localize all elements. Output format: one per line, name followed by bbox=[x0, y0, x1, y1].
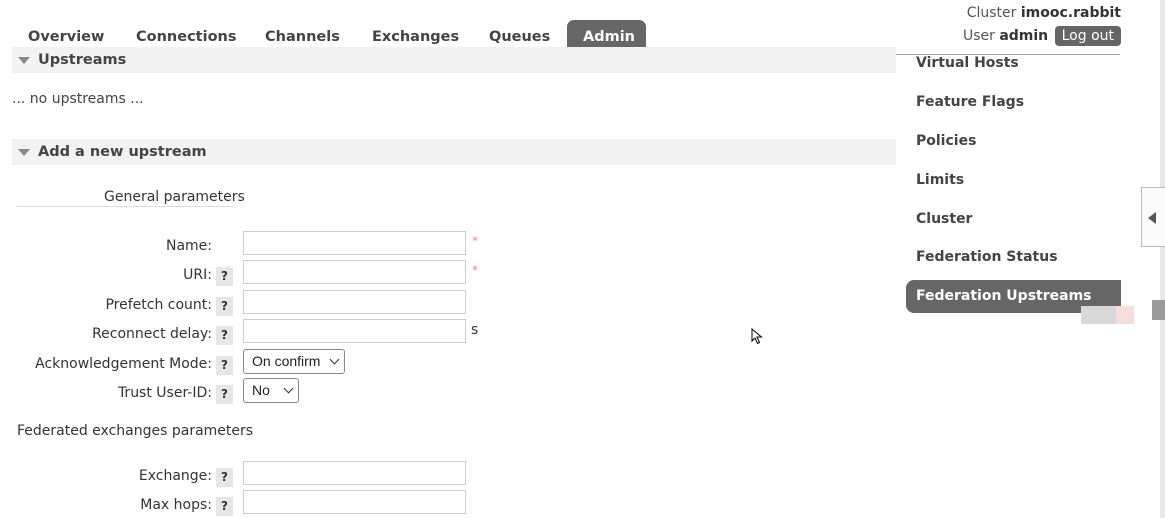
exchange-label: Exchange: bbox=[138, 468, 212, 484]
upstreams-section-header[interactable]: Upstreams bbox=[12, 47, 896, 73]
required-marker: * bbox=[472, 263, 478, 277]
exchange-help-icon[interactable]: ? bbox=[216, 468, 233, 487]
sidebar-toggle[interactable] bbox=[1141, 187, 1165, 247]
render-artifact bbox=[1152, 300, 1165, 320]
reconnect-delay-label: Reconnect delay: bbox=[92, 326, 212, 342]
collapse-triangle-icon bbox=[18, 149, 30, 156]
max-hops-help-icon[interactable]: ? bbox=[216, 497, 233, 516]
chevron-down-icon bbox=[283, 383, 294, 394]
chevron-down-icon bbox=[329, 354, 340, 365]
menu-federation-status[interactable]: Federation Status bbox=[906, 241, 1121, 274]
divider bbox=[17, 206, 233, 207]
menu-policies[interactable]: Policies bbox=[906, 125, 1121, 158]
exchange-input[interactable] bbox=[243, 461, 466, 485]
trust-user-id-select[interactable]: No bbox=[243, 378, 299, 403]
reconnect-help-icon[interactable]: ? bbox=[216, 326, 233, 345]
max-hops-label: Max hops: bbox=[140, 497, 212, 513]
menu-cluster[interactable]: Cluster bbox=[906, 203, 1121, 236]
trust-user-selected: No bbox=[252, 382, 270, 398]
seconds-unit: s bbox=[471, 322, 479, 338]
menu-limits[interactable]: Limits bbox=[906, 164, 1121, 197]
uri-input[interactable] bbox=[243, 260, 466, 284]
render-artifact bbox=[1081, 306, 1116, 324]
reconnect-delay-input[interactable] bbox=[243, 319, 466, 343]
no-upstreams-text: ... no upstreams ... bbox=[12, 91, 144, 107]
ack-mode-help-icon[interactable]: ? bbox=[216, 356, 233, 375]
add-upstream-section-header[interactable]: Add a new upstream bbox=[12, 139, 896, 165]
user-line: User admin Log out bbox=[963, 26, 1121, 48]
uri-label: URI: bbox=[183, 267, 212, 283]
menu-feature-flags[interactable]: Feature Flags bbox=[906, 86, 1121, 119]
window-edge bbox=[1160, 0, 1165, 518]
menu-virtual-hosts[interactable]: Virtual Hosts bbox=[906, 47, 1121, 80]
mouse-cursor-icon bbox=[751, 328, 763, 345]
prefetch-count-label: Prefetch count: bbox=[105, 297, 212, 313]
cluster-label: Cluster bbox=[966, 5, 1017, 21]
user-label: User bbox=[962, 28, 995, 44]
collapse-triangle-icon bbox=[18, 57, 30, 64]
trust-user-help-icon[interactable]: ? bbox=[216, 385, 233, 404]
render-artifact bbox=[1116, 306, 1134, 324]
max-hops-input[interactable] bbox=[243, 490, 466, 514]
upstreams-title: Upstreams bbox=[38, 52, 127, 68]
required-marker: * bbox=[472, 234, 478, 248]
cluster-name: imooc.rabbit bbox=[1020, 5, 1121, 21]
trust-user-id-label: Trust User-ID: bbox=[117, 385, 212, 401]
name-input[interactable] bbox=[243, 231, 466, 255]
prefetch-help-icon[interactable]: ? bbox=[216, 297, 233, 316]
ack-mode-selected: On confirm bbox=[252, 353, 321, 369]
add-upstream-title: Add a new upstream bbox=[38, 144, 207, 160]
triangle-left-icon bbox=[1148, 212, 1156, 224]
general-parameters-label: General parameters bbox=[104, 189, 245, 205]
uri-help-icon[interactable]: ? bbox=[216, 267, 233, 286]
logout-button[interactable]: Log out bbox=[1054, 26, 1121, 46]
user-name: admin bbox=[999, 28, 1049, 44]
user-info: Cluster imooc.rabbit User admin Log out bbox=[963, 4, 1121, 48]
prefetch-count-input[interactable] bbox=[243, 290, 466, 314]
cluster-line: Cluster imooc.rabbit bbox=[963, 4, 1121, 26]
federated-exchanges-label: Federated exchanges parameters bbox=[17, 423, 254, 439]
ack-mode-label: Acknowledgement Mode: bbox=[35, 356, 212, 372]
ack-mode-select[interactable]: On confirm bbox=[243, 349, 345, 374]
name-label: Name: bbox=[165, 238, 212, 254]
